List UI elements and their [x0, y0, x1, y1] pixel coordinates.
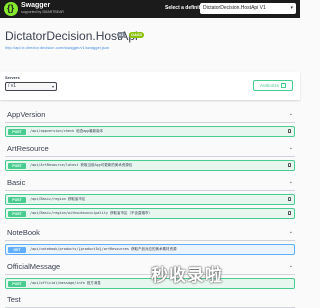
logo-subtitle: supported by SMARTBEAR [21, 10, 64, 14]
swagger-logo[interactable]: {} Swagger supported by SMARTBEAR [4, 2, 74, 16]
operation-row[interactable]: GET /api/notebook/products/{productId}/a… [5, 244, 295, 255]
tag-name: AppVersion [7, 110, 46, 119]
path-text: /api/appversion/check [30, 129, 75, 133]
operation-summary: 获取省市区（不含直辖市） [109, 211, 152, 215]
operation-summary: 获取省市区 [67, 197, 86, 201]
tag-header[interactable]: AppVersion ⌄ [5, 108, 295, 123]
method-badge: POST [8, 280, 26, 287]
operation-row[interactable]: POST /api/ArtResource/latest 获取当前App可更新的美… [5, 160, 295, 171]
path-text: /api/notebook/products/{productId}/artRe… [30, 247, 130, 251]
operation-row[interactable]: POST /api/official/message/info 官方消息 [5, 278, 295, 289]
authorize-label: Authorize [259, 83, 279, 88]
tag-header[interactable]: Test [5, 293, 295, 308]
section-officialmessage: OfficialMessage ⌄ POST /api/official/mes… [5, 260, 295, 289]
lock-icon[interactable] [288, 163, 291, 167]
top-bar: {} Swagger supported by SMARTBEAR Select… [0, 0, 300, 18]
operation-row[interactable]: POST /api/Basic/region 获取省市区 [5, 194, 295, 205]
method-badge: POST [8, 128, 26, 135]
chevron-down-icon: ⌄ [288, 111, 293, 117]
path-text: /api/Basic/region [30, 197, 66, 201]
lock-icon[interactable] [288, 211, 291, 215]
operation-path: /api/ArtResource/latest 获取当前App可更新的美术资源包 [30, 163, 132, 168]
operation-path: /api/appversion/check 检查app最新版本 [30, 129, 103, 134]
logo-name: Swagger [21, 2, 51, 9]
swagger-logo-icon: {} [4, 2, 18, 16]
path-text: /api/official/message/info [30, 281, 85, 285]
operation-summary: 官方消息 [86, 281, 101, 285]
tag-name: OfficialMessage [7, 262, 61, 271]
servers-label: Servers [5, 75, 20, 80]
chevron-down-icon: ▾ [290, 5, 293, 11]
operation-row[interactable]: POST /api/Basic/region/withoutmunicipali… [5, 208, 295, 219]
watermark-text: 秒收录啦 [151, 266, 223, 285]
oas-badge: OAS3 [129, 32, 144, 38]
tag-header[interactable]: ArtResource ⌄ [5, 142, 295, 157]
tag-name: NoteBook [7, 228, 40, 237]
operation-path: /api/Basic/region 获取省市区 [30, 197, 85, 202]
operation-path: /api/notebook/products/{productId}/artRe… [30, 247, 177, 252]
section-appversion: AppVersion ⌄ POST /api/appversion/check 检… [5, 108, 295, 137]
operation-path: /api/Basic/region/withoutmunicipality 获取省… [30, 211, 152, 216]
method-badge: GET [8, 246, 26, 253]
chevron-down-icon: ⌄ [288, 229, 293, 235]
operation-path: /api/official/message/info 官方消息 [30, 281, 101, 286]
section-basic: Basic ⌄ POST /api/Basic/region 获取省市区 POST… [5, 176, 295, 219]
path-text: /api/Basic/region/withoutmunicipality [30, 211, 108, 215]
chevron-down-icon: ⌄ [288, 145, 293, 151]
definition-select[interactable]: DictatorDecision.HostApi V1 ▾ [200, 3, 296, 14]
authorize-button[interactable]: Authorize [253, 80, 293, 91]
chevron-down-icon: ⌄ [288, 179, 293, 185]
section-artresource: ArtResource ⌄ POST /api/ArtResource/late… [5, 142, 295, 171]
path-text: /api/ArtResource/latest [30, 163, 79, 167]
method-badge: POST [8, 210, 26, 217]
operation-summary: 获取当前App可更新的美术资源包 [80, 163, 133, 167]
method-badge: POST [8, 196, 26, 203]
section-test: Test [5, 293, 295, 308]
definition-select-value: DictatorDecision.HostApi V1 [203, 5, 266, 11]
lock-icon[interactable] [288, 197, 291, 201]
section-notebook: NoteBook ⌄ GET /api/notebook/products/{p… [5, 226, 295, 255]
tag-name: Basic [7, 178, 26, 187]
chevron-down-icon: ⌄ [288, 263, 293, 269]
servers-panel: Servers / v1 ▾ Authorize [0, 72, 300, 100]
chevron-down-icon: ▾ [51, 84, 54, 89]
tag-name: ArtResource [7, 144, 49, 153]
method-badge: POST [8, 162, 26, 169]
tag-header[interactable]: Basic ⌄ [5, 176, 295, 191]
tag-header[interactable]: OfficialMessage ⌄ [5, 260, 295, 275]
operation-summary: 获取产品对应的美术素材资源 [131, 247, 177, 251]
lock-icon[interactable] [288, 129, 291, 133]
spec-url-link[interactable]: http://api.tx.director.decision.com/swag… [5, 45, 109, 50]
tag-header[interactable]: NoteBook ⌄ [5, 226, 295, 241]
operation-summary: 检查app最新版本 [76, 129, 104, 133]
lock-icon [281, 83, 286, 89]
operation-row[interactable]: POST /api/appversion/check 检查app最新版本 [5, 126, 295, 137]
servers-select[interactable]: / v1 ▾ [5, 82, 57, 91]
servers-select-value: / v1 [8, 83, 17, 89]
